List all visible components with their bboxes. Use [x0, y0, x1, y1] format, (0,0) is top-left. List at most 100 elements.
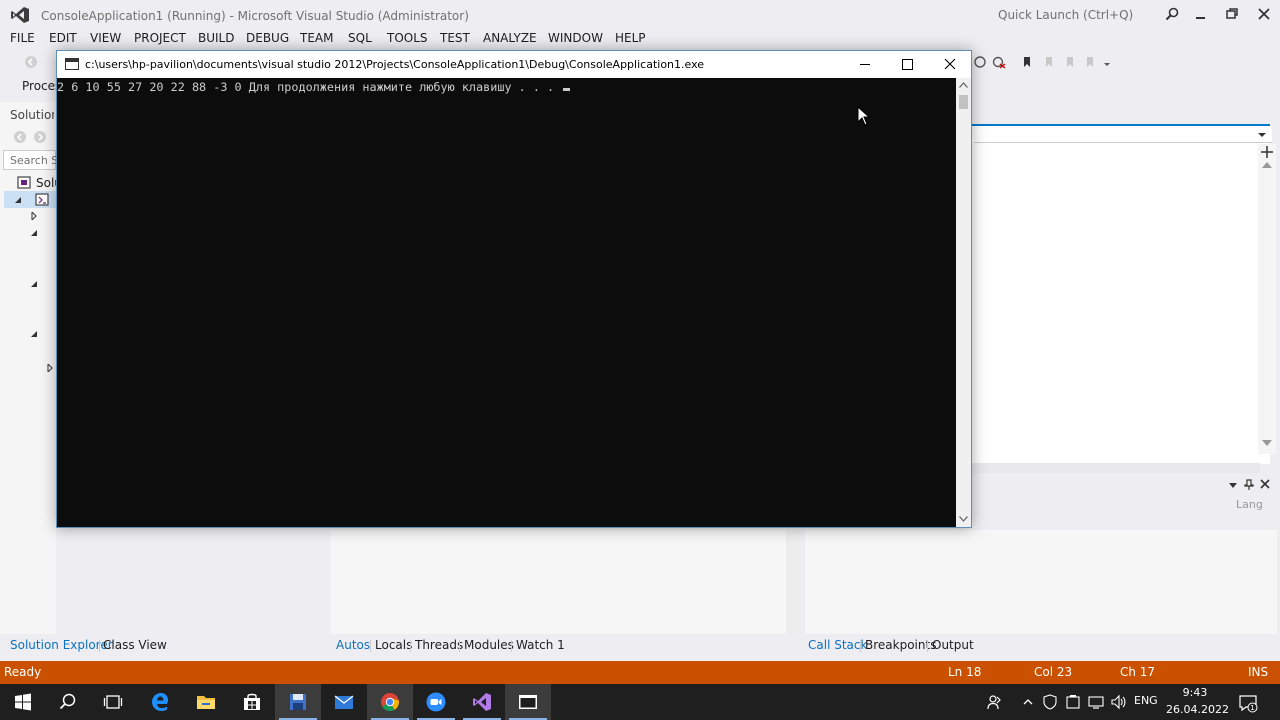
- scroll-down-icon[interactable]: [959, 516, 968, 522]
- taskbar-edge[interactable]: [137, 684, 183, 720]
- taskbar-console[interactable]: [505, 684, 551, 720]
- menu-project[interactable]: PROJECT: [134, 31, 186, 45]
- tab-class-view[interactable]: Class View: [103, 638, 167, 652]
- tab-solution-explorer[interactable]: Solution Explorer: [10, 638, 113, 652]
- menu-build[interactable]: BUILD: [198, 31, 234, 45]
- expanded-arrow-icon[interactable]: [30, 229, 38, 237]
- next-bookmark-icon[interactable]: [1063, 55, 1077, 69]
- solution-search-input[interactable]: Search So: [3, 150, 56, 170]
- scroll-up-icon[interactable]: [959, 82, 968, 88]
- clock-date[interactable]: 26.04.2022: [1166, 703, 1229, 716]
- menu-tools[interactable]: TOOLS: [387, 31, 428, 45]
- menu-test[interactable]: TEST: [440, 31, 470, 45]
- close-icon[interactable]: [1260, 479, 1270, 489]
- menu-debug[interactable]: DEBUG: [246, 31, 289, 45]
- taskbar-save-app[interactable]: [275, 684, 321, 720]
- taskbar-file-explorer[interactable]: [183, 684, 229, 720]
- menu-edit[interactable]: EDIT: [49, 31, 77, 45]
- code-editor[interactable]: [970, 124, 1270, 464]
- toolbar-overflow-icon[interactable]: [1100, 55, 1114, 69]
- forward-icon[interactable]: [33, 130, 47, 144]
- prev-bookmark-icon[interactable]: [1042, 55, 1056, 69]
- solution-explorer-title: Solution E: [10, 108, 54, 122]
- editor-horizontal-scrollbar[interactable]: [970, 463, 1260, 473]
- breakpoint-icon[interactable]: [973, 55, 987, 69]
- close-icon[interactable]: [1256, 6, 1272, 22]
- chevron-down-icon[interactable]: [1228, 480, 1238, 490]
- taskbar-store[interactable]: [229, 684, 275, 720]
- expanded-arrow-icon[interactable]: [30, 280, 38, 288]
- console-icon: [519, 695, 537, 709]
- tab-call-stack[interactable]: Call Stack: [808, 638, 867, 652]
- battery-icon[interactable]: [1065, 694, 1081, 710]
- taskbar: ENG 9:43 26.04.2022 1: [0, 684, 1280, 720]
- people-icon[interactable]: [986, 694, 1002, 710]
- back-icon[interactable]: [24, 55, 38, 69]
- tab-autos[interactable]: Autos: [336, 638, 370, 652]
- restore-icon[interactable]: [1224, 6, 1240, 22]
- collapsed-arrow-icon[interactable]: [30, 212, 38, 220]
- mouse-pointer-icon: [857, 106, 871, 126]
- close-icon[interactable]: [928, 51, 972, 78]
- back-icon[interactable]: [13, 130, 27, 144]
- tree-item-solution[interactable]: Solu: [0, 174, 56, 191]
- menu-sql[interactable]: SQL: [348, 31, 372, 45]
- tab-watch-1[interactable]: Watch 1: [516, 638, 565, 652]
- menu-file[interactable]: FILE: [10, 31, 35, 45]
- call-stack-pane[interactable]: [805, 530, 1277, 634]
- expanded-arrow-icon[interactable]: [30, 330, 38, 338]
- notifications-icon[interactable]: 1: [1238, 693, 1258, 713]
- scroll-up-icon[interactable]: [1262, 162, 1272, 168]
- clock-time[interactable]: 9:43: [1170, 686, 1220, 699]
- menu-window[interactable]: WINDOW: [548, 31, 603, 45]
- pin-icon[interactable]: [1244, 479, 1254, 490]
- console-window[interactable]: c:\users\hp-pavilion\documents\visual st…: [56, 50, 972, 528]
- console-vertical-scrollbar[interactable]: [956, 78, 971, 527]
- maximize-icon[interactable]: [885, 51, 929, 78]
- status-column: Col 23: [1034, 665, 1073, 679]
- minimize-icon[interactable]: [1193, 6, 1209, 22]
- member-dropdown[interactable]: [974, 127, 1272, 143]
- console-title-bar[interactable]: c:\users\hp-pavilion\documents\visual st…: [57, 51, 971, 78]
- security-icon[interactable]: [1042, 694, 1058, 710]
- menu-team[interactable]: TEAM: [300, 31, 333, 45]
- input-language[interactable]: ENG: [1134, 694, 1158, 707]
- menu-analyze[interactable]: ANALYZE: [483, 31, 537, 45]
- quick-launch-input[interactable]: Quick Launch (Ctrl+Q): [990, 3, 1185, 25]
- status-ready: Ready: [4, 665, 42, 679]
- scroll-thumb[interactable]: [959, 95, 968, 109]
- minimize-icon[interactable]: [843, 51, 887, 78]
- editor-vertical-scrollbar[interactable]: [1258, 144, 1276, 454]
- taskbar-search-button[interactable]: [45, 684, 91, 720]
- taskbar-chrome[interactable]: [367, 684, 413, 720]
- autos-pane[interactable]: [330, 530, 798, 634]
- tab-modules[interactable]: Modules: [464, 638, 514, 652]
- taskbar-zoom[interactable]: [413, 684, 459, 720]
- solution-search-placeholder: Search So: [10, 154, 56, 167]
- show-hidden-icons-icon[interactable]: [1020, 694, 1036, 710]
- clear-bookmarks-icon[interactable]: [1083, 55, 1097, 69]
- split-icon[interactable]: [1261, 146, 1273, 158]
- quick-launch-placeholder: Quick Launch (Ctrl+Q): [998, 8, 1134, 22]
- task-view-button[interactable]: [90, 684, 136, 720]
- volume-icon[interactable]: [1110, 694, 1126, 710]
- tab-locals[interactable]: Locals: [375, 638, 412, 652]
- taskbar-mail[interactable]: [321, 684, 367, 720]
- menu-view[interactable]: VIEW: [90, 31, 121, 45]
- taskbar-visual-studio[interactable]: [459, 684, 505, 720]
- autos-scrollbar[interactable]: [786, 530, 798, 634]
- bookmark-icon[interactable]: [1020, 55, 1034, 69]
- scroll-down-icon[interactable]: [1262, 440, 1272, 446]
- clear-breakpoints-icon[interactable]: [992, 55, 1006, 69]
- start-button[interactable]: [0, 684, 46, 720]
- tab-separator: [927, 640, 928, 652]
- tab-threads[interactable]: Threads: [415, 638, 463, 652]
- tab-breakpoints[interactable]: Breakpoints: [865, 638, 936, 652]
- tab-output[interactable]: Output: [932, 638, 974, 652]
- status-line: Ln 18: [948, 665, 982, 679]
- network-icon[interactable]: [1088, 694, 1104, 710]
- collapsed-arrow-icon[interactable]: [46, 364, 54, 372]
- tab-separator: [511, 640, 512, 652]
- menu-help[interactable]: HELP: [615, 31, 646, 45]
- tree-item-project[interactable]: [4, 191, 56, 208]
